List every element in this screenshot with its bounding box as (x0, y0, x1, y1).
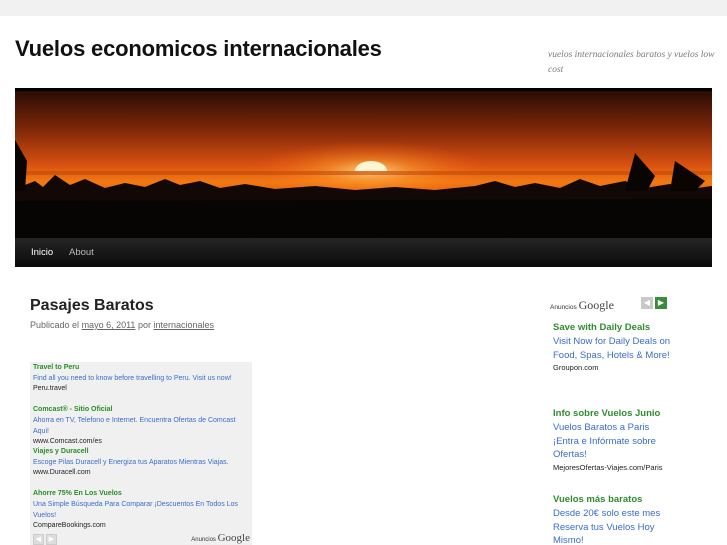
ad-description[interactable]: Una Simple Búsqueda Para Comparar ¡Descu… (33, 499, 249, 521)
sunset-image (15, 91, 712, 238)
ad-title[interactable]: Save with Daily Deals (553, 321, 673, 335)
nav-item-inicio[interactable]: Inicio (31, 238, 53, 267)
ad-description[interactable]: Escoge Pilas Duracell y Energiza tus Apa… (33, 457, 249, 468)
inline-ad[interactable]: Travel to Peru Find all you need to know… (33, 363, 249, 394)
sidebar-ad[interactable]: Vuelos más baratos Desde 20€ solo este m… (553, 493, 673, 545)
ad-description[interactable]: Visit Now for Daily Deals on Food, Spas,… (553, 335, 673, 362)
ad-next-icon[interactable]: ▶ (655, 297, 667, 309)
sidebar-ad-header: Anuncios Google ◀ ▶ (550, 296, 670, 313)
google-logo: Google (578, 298, 614, 312)
sidebar-ad[interactable]: Info sobre Vuelos Junio Vuelos Baratos a… (553, 407, 673, 473)
ad-description[interactable]: Desde 20€ solo este mes Reserva tus Vuel… (553, 507, 673, 545)
main-navigation: Inicio About (15, 238, 712, 267)
nav-item-about[interactable]: About (69, 238, 94, 267)
ad-description[interactable]: Vuelos Baratos a Paris ¡Entra e Infórmat… (553, 421, 673, 462)
post-author-link[interactable]: internacionales (153, 320, 214, 330)
ad-next-icon[interactable]: ▶ (46, 534, 57, 545)
ad-description[interactable]: Find all you need to know before travell… (33, 373, 249, 384)
ad-title[interactable]: Comcast® - Sitio Oficial (33, 405, 249, 415)
inline-ad[interactable]: Viajes y Duracell Escoge Pilas Duracell … (33, 447, 249, 478)
ad-url[interactable]: MejoresOfertas-Viajes.com/Paris (553, 462, 673, 473)
ad-url[interactable]: Groupon.com (553, 362, 673, 373)
post-date-link[interactable]: mayo 6, 2011 (82, 320, 136, 330)
ad-url[interactable]: www.Duracell.com (33, 468, 249, 478)
top-bar (0, 0, 727, 16)
ads-by-text: Anuncios (191, 537, 216, 543)
ad-title[interactable]: Info sobre Vuelos Junio (553, 407, 673, 421)
google-logo: Google (217, 532, 250, 544)
sidebar-ad[interactable]: Save with Daily Deals Visit Now for Dail… (553, 321, 673, 373)
ad-pager: ◀ ▶ (33, 534, 57, 545)
ad-description[interactable]: Ahorra en TV, Telefono e Internet. Encue… (33, 415, 249, 437)
site-description: vuelos internacionales baratos y vuelos … (548, 50, 715, 75)
ad-prev-icon[interactable]: ◀ (641, 297, 653, 309)
site-title[interactable]: Vuelos economicos internacionales (15, 36, 382, 62)
post-meta-by: por (137, 320, 151, 330)
post-title[interactable]: Pasajes Baratos (30, 297, 154, 315)
inline-ad[interactable]: Ahorre 75% En Los Vuelos Una Simple Búsq… (33, 489, 249, 531)
ad-title[interactable]: Travel to Peru (33, 363, 249, 373)
inline-ad-unit: Travel to Peru Find all you need to know… (30, 362, 252, 545)
ads-by-google-label[interactable]: Anuncios Google (550, 298, 614, 313)
inline-ad[interactable]: Comcast® - Sitio Oficial Ahorra en TV, T… (33, 405, 249, 447)
header-banner-image[interactable] (15, 91, 712, 238)
post-meta: Publicado el mayo 6, 2011 por internacio… (30, 320, 214, 330)
ad-title[interactable]: Vuelos más baratos (553, 493, 673, 507)
ad-title[interactable]: Viajes y Duracell (33, 447, 249, 457)
ad-title[interactable]: Ahorre 75% En Los Vuelos (33, 489, 249, 499)
ads-by-google-label[interactable]: Anuncios Google (191, 532, 250, 544)
ad-url[interactable]: www.Comcast.com/es (33, 437, 249, 447)
ad-url[interactable]: Peru.travel (33, 384, 249, 394)
post-meta-prefix: Publicado el (30, 320, 80, 330)
ad-url[interactable]: CompareBookings.com (33, 521, 249, 531)
ads-by-text: Anuncios (550, 304, 577, 311)
ad-prev-icon[interactable]: ◀ (33, 534, 44, 545)
